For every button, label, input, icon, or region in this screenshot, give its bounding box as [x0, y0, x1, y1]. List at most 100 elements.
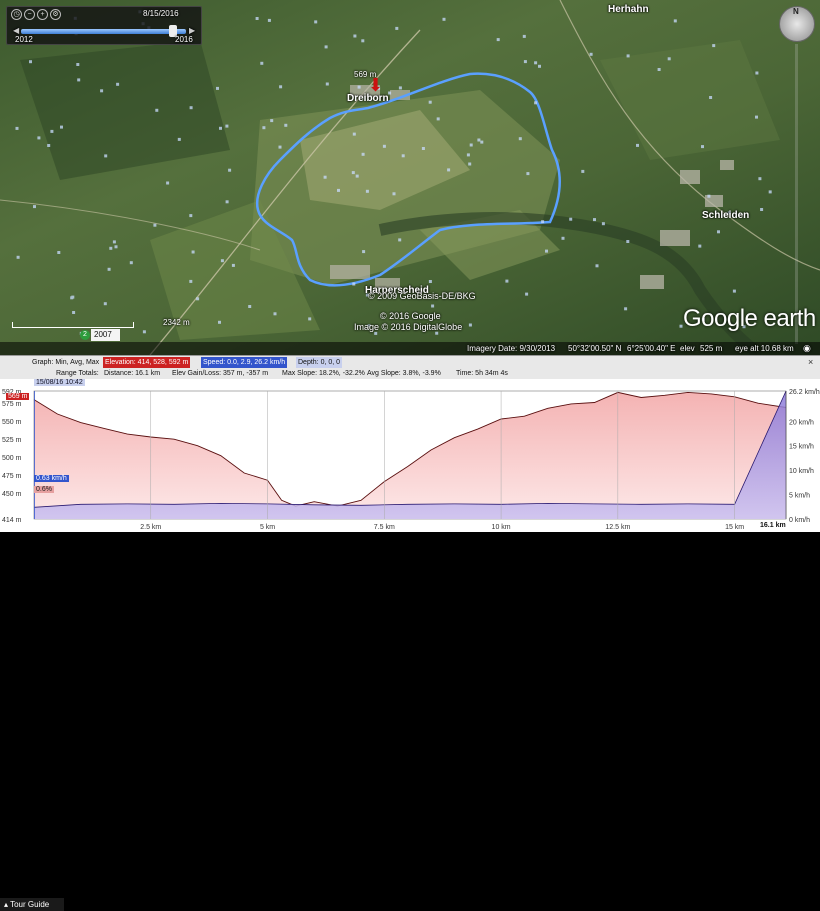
- placemark-icon[interactable]: [33, 205, 36, 209]
- placemark-icon[interactable]: [273, 312, 277, 316]
- placemark-icon[interactable]: [431, 304, 435, 308]
- zoom-slider[interactable]: [795, 44, 798, 344]
- placemark-icon[interactable]: [270, 119, 274, 123]
- settings-icon[interactable]: ⚙: [50, 9, 61, 20]
- placemark-icon[interactable]: [225, 200, 229, 204]
- placemark-icon[interactable]: [589, 52, 593, 56]
- placemark-icon[interactable]: [189, 214, 193, 218]
- placemark-icon[interactable]: [534, 61, 538, 65]
- placemark-icon[interactable]: [525, 292, 529, 296]
- placemark-icon[interactable]: [104, 154, 108, 158]
- placemark-icon[interactable]: [308, 317, 312, 321]
- placemark-icon[interactable]: [468, 323, 472, 327]
- placemark-icon[interactable]: [353, 34, 357, 38]
- placemark-icon[interactable]: [732, 289, 736, 293]
- placemark-icon[interactable]: [755, 71, 759, 75]
- placemark-icon[interactable]: [29, 60, 32, 64]
- placemark-icon[interactable]: [561, 236, 565, 240]
- placemark-icon[interactable]: [314, 20, 318, 24]
- placemark-icon[interactable]: [496, 38, 500, 42]
- placemark-icon[interactable]: [541, 220, 545, 224]
- placemark-icon[interactable]: [382, 144, 386, 148]
- placemark-icon[interactable]: [260, 61, 264, 65]
- placemark-icon[interactable]: [760, 208, 764, 211]
- time-slider[interactable]: ◷ − + ⚙ 8/15/2016 ◀ ▶ 2012 2016: [6, 6, 202, 45]
- placemark-icon[interactable]: [351, 171, 355, 175]
- placemark-icon[interactable]: [352, 282, 356, 286]
- placemark-icon[interactable]: [262, 126, 266, 130]
- position-marker-icon[interactable]: ⬇: [368, 76, 383, 94]
- placemark-icon[interactable]: [324, 45, 328, 49]
- place-schleiden[interactable]: Schleiden: [702, 210, 749, 221]
- historical-imagery-icon[interactable]: 2: [80, 330, 90, 340]
- placemark-icon[interactable]: [352, 132, 356, 136]
- placemark-icon[interactable]: [480, 140, 484, 144]
- year-badge[interactable]: 2007: [91, 329, 120, 341]
- placemark-icon[interactable]: [191, 250, 195, 254]
- placemark-icon[interactable]: [129, 261, 133, 265]
- placemark-icon[interactable]: [278, 145, 282, 149]
- placemark-icon[interactable]: [60, 125, 63, 129]
- placemark-icon[interactable]: [357, 85, 361, 89]
- placemark-icon[interactable]: [624, 307, 628, 311]
- placemark-icon[interactable]: [37, 136, 41, 140]
- placemark-icon[interactable]: [355, 174, 359, 178]
- placemark-icon[interactable]: [428, 280, 432, 283]
- depth-stats[interactable]: Depth: 0, 0, 0: [296, 357, 343, 368]
- placemark-icon[interactable]: [469, 143, 473, 147]
- placemark-icon[interactable]: [526, 172, 530, 176]
- placemark-icon[interactable]: [225, 124, 229, 128]
- placemark-icon[interactable]: [712, 44, 716, 48]
- placemark-icon[interactable]: [667, 57, 671, 61]
- placemark-icon[interactable]: [16, 255, 20, 259]
- placemark-icon[interactable]: [626, 54, 630, 58]
- placemark-icon[interactable]: [768, 190, 772, 194]
- placemark-icon[interactable]: [231, 263, 235, 267]
- placemark-icon[interactable]: [109, 246, 113, 250]
- placemark-icon[interactable]: [189, 106, 193, 110]
- north-icon[interactable]: N: [793, 7, 799, 16]
- time-track[interactable]: [21, 29, 186, 34]
- placemark-icon[interactable]: [47, 144, 51, 147]
- placemark-icon[interactable]: [374, 331, 378, 335]
- placemark-icon[interactable]: [569, 217, 573, 221]
- placemark-icon[interactable]: [755, 115, 758, 119]
- placemark-icon[interactable]: [401, 154, 405, 158]
- placemark-icon[interactable]: [538, 64, 541, 68]
- placemark-icon[interactable]: [707, 194, 711, 198]
- placemark-icon[interactable]: [518, 137, 522, 141]
- placemark-icon[interactable]: [50, 129, 54, 133]
- placemark-icon[interactable]: [114, 245, 118, 249]
- placemark-icon[interactable]: [189, 279, 193, 283]
- placemark-icon[interactable]: [362, 250, 366, 254]
- placemark-icon[interactable]: [72, 311, 76, 314]
- placemark-icon[interactable]: [673, 19, 677, 23]
- placemark-icon[interactable]: [248, 305, 252, 308]
- placemark-icon[interactable]: [103, 302, 107, 306]
- placemark-icon[interactable]: [337, 188, 340, 192]
- placemark-icon[interactable]: [112, 240, 116, 244]
- placemark-icon[interactable]: [435, 331, 439, 335]
- placemark-icon[interactable]: [505, 279, 509, 283]
- placemark-icon[interactable]: [228, 168, 232, 172]
- placemark-icon[interactable]: [581, 169, 585, 173]
- placemark-icon[interactable]: [636, 143, 639, 147]
- placemark-icon[interactable]: [428, 100, 432, 104]
- speed-stats[interactable]: Speed: 0.0, 2.9, 26.2 km/h: [201, 357, 288, 368]
- placemark-icon[interactable]: [284, 123, 288, 127]
- placemark-icon[interactable]: [698, 244, 702, 248]
- placemark-icon[interactable]: [466, 153, 470, 157]
- placemark-icon[interactable]: [601, 222, 605, 226]
- placemark-icon[interactable]: [153, 223, 157, 227]
- placemark-icon[interactable]: [155, 108, 159, 112]
- map-view[interactable]: ◷ − + ⚙ 8/15/2016 ◀ ▶ 2012 2016 N Herhah…: [0, 0, 820, 355]
- placemark-icon[interactable]: [77, 78, 81, 82]
- placemark-icon[interactable]: [218, 320, 221, 324]
- placemark-icon[interactable]: [220, 259, 224, 263]
- tour-guide-button[interactable]: ▴ Tour Guide: [0, 898, 64, 911]
- placemark-icon[interactable]: [166, 181, 170, 185]
- zoom-in-time-icon[interactable]: +: [37, 9, 48, 20]
- zoom-out-time-icon[interactable]: −: [24, 9, 35, 20]
- placemark-icon[interactable]: [398, 238, 402, 242]
- placemark-icon[interactable]: [15, 126, 19, 130]
